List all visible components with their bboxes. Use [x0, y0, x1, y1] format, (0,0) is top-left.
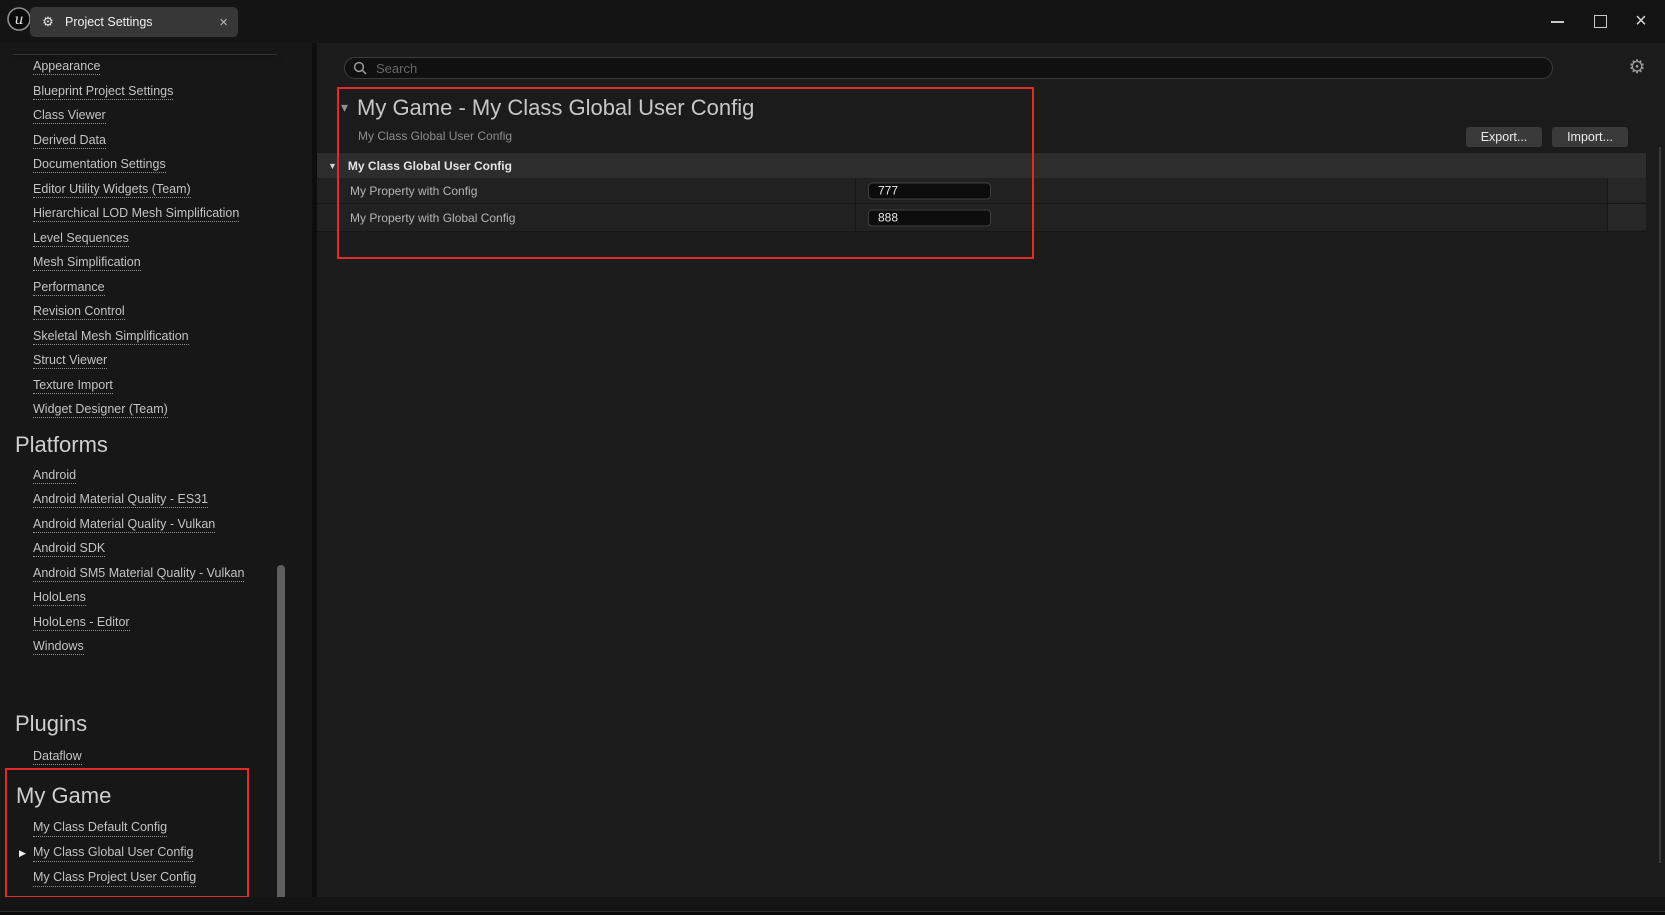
property-row-global-config: My Property with Global Config — [317, 204, 1646, 232]
sidebar-item-hololens[interactable]: HoloLens — [0, 586, 312, 611]
sidebar-item-documentation-settings[interactable]: Documentation Settings — [0, 153, 312, 178]
main-scrollbar[interactable] — [1659, 147, 1661, 863]
export-button[interactable]: Export... — [1466, 127, 1542, 147]
sidebar-item-my-class-default-config[interactable]: My Class Default Config — [0, 816, 312, 841]
tab-close-icon[interactable]: × — [211, 15, 228, 30]
sidebar-item-windows[interactable]: Windows — [0, 635, 312, 660]
sidebar-item-derived-data[interactable]: Derived Data — [0, 129, 312, 154]
category-expander-icon[interactable]: ▼ — [328, 161, 337, 171]
property-label: My Property with Global Config — [350, 211, 515, 225]
unreal-engine-logo-icon: u — [6, 6, 32, 32]
sidebar-item-my-class-project-user-config[interactable]: My Class Project User Config — [0, 866, 312, 891]
window-minimize-button[interactable] — [1544, 0, 1570, 43]
sidebar-item-revision-control[interactable]: Revision Control — [0, 300, 312, 325]
sidebar-heading-platforms: Platforms — [0, 429, 312, 461]
page-title: My Game - My Class Global User Config — [357, 95, 754, 121]
sidebar-item-blueprint-project-settings[interactable]: Blueprint Project Settings — [0, 80, 312, 105]
sidebar-item-struct-viewer[interactable]: Struct Viewer — [0, 349, 312, 374]
reset-column-cell — [1608, 204, 1646, 230]
reset-column-cell — [1608, 178, 1646, 202]
sidebar-item-widget-designer[interactable]: Widget Designer (Team) — [0, 398, 312, 423]
property-value-input[interactable] — [868, 182, 991, 199]
property-row-config: My Property with Config — [317, 178, 1646, 204]
sidebar-item-android-material-quality-vulkan[interactable]: Android Material Quality - Vulkan — [0, 513, 312, 538]
svg-text:u: u — [14, 12, 23, 28]
sidebar-item-hololens-editor[interactable]: HoloLens - Editor — [0, 611, 312, 636]
sidebar-heading-plugins: Plugins — [0, 708, 312, 740]
sidebar-item-dataflow[interactable]: Dataflow — [0, 745, 312, 770]
project-settings-icon: ⚙ — [40, 14, 56, 30]
tab-project-settings[interactable]: ⚙ Project Settings × — [30, 7, 238, 37]
sidebar-item-android[interactable]: Android — [0, 464, 312, 489]
property-label: My Property with Config — [350, 184, 477, 198]
minimize-icon — [1551, 21, 1564, 23]
search-input[interactable] — [374, 60, 1544, 77]
window-close-button[interactable]: × — [1628, 0, 1654, 43]
section-expander-icon[interactable]: ▾ — [341, 100, 348, 114]
sidebar-scrollbar-thumb[interactable] — [277, 565, 285, 897]
sidebar-item-android-sdk[interactable]: Android SDK — [0, 537, 312, 562]
sidebar-item-editor-utility-widgets[interactable]: Editor Utility Widgets (Team) — [0, 178, 312, 203]
column-divider[interactable] — [855, 204, 856, 231]
category-header[interactable]: ▼ My Class Global User Config — [317, 153, 1646, 178]
page-subtitle: My Class Global User Config — [358, 129, 512, 143]
search-bar — [344, 57, 1553, 79]
view-options-gear-icon[interactable]: ⚙ — [1626, 56, 1648, 80]
maximize-icon — [1594, 15, 1607, 28]
sidebar-item-performance[interactable]: Performance — [0, 276, 312, 301]
sidebar-item-level-sequences[interactable]: Level Sequences — [0, 227, 312, 252]
search-icon — [353, 61, 367, 75]
property-value-input[interactable] — [868, 209, 991, 226]
sidebar-item-texture-import[interactable]: Texture Import — [0, 374, 312, 399]
selected-item-arrow-icon: ▶ — [19, 848, 26, 859]
sidebar-item-appearance[interactable]: Appearance — [0, 55, 312, 80]
settings-sidebar: Appearance Blueprint Project Settings Cl… — [0, 43, 312, 897]
sidebar-item-class-viewer[interactable]: Class Viewer — [0, 104, 312, 129]
sidebar-item-my-class-global-user-config[interactable]: ▶ My Class Global User Config — [0, 841, 312, 866]
sidebar-item-skeletal-mesh-simplification[interactable]: Skeletal Mesh Simplification — [0, 325, 312, 350]
sidebar-item-hierarchical-lod-mesh-simplification[interactable]: Hierarchical LOD Mesh Simplification — [0, 202, 312, 227]
sidebar-item-android-material-quality-es31[interactable]: Android Material Quality - ES31 — [0, 488, 312, 513]
project-settings-window: u ⚙ Project Settings × × Appearance Blue… — [0, 0, 1665, 915]
sidebar-item-android-sm5-material-quality-vulkan[interactable]: Android SM5 Material Quality - Vulkan — [0, 562, 312, 587]
category-header-label: My Class Global User Config — [348, 159, 512, 173]
window-bottom-strip — [0, 897, 1665, 911]
title-bar: u ⚙ Project Settings × × — [0, 0, 1665, 43]
sidebar-nav: Appearance Blueprint Project Settings Cl… — [0, 43, 312, 891]
import-button[interactable]: Import... — [1552, 127, 1628, 147]
sidebar-heading-my-game: My Game — [0, 779, 312, 813]
sidebar-item-mesh-simplification[interactable]: Mesh Simplification — [0, 251, 312, 276]
settings-main-panel: ⚙ ▾ My Game - My Class Global User Confi… — [317, 43, 1665, 897]
column-divider[interactable] — [855, 178, 856, 203]
tab-title: Project Settings — [65, 15, 211, 29]
window-maximize-button[interactable] — [1587, 0, 1613, 43]
